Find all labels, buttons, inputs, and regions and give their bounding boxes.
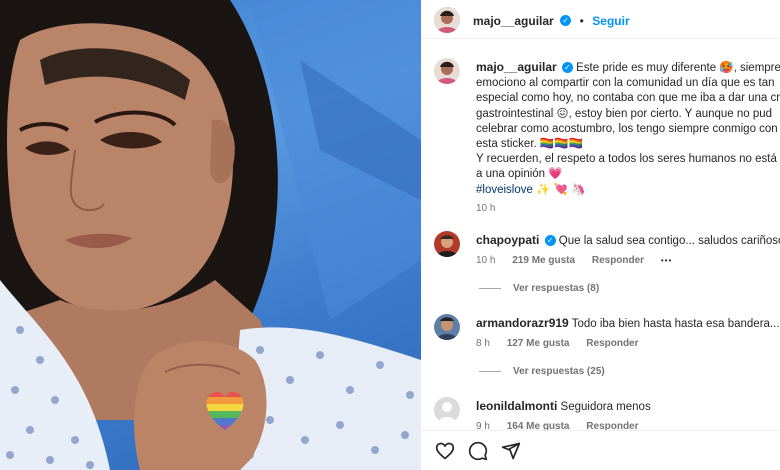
caption-line: especial como hoy, no contaba con que me… (476, 92, 780, 105)
verified-badge-icon: ✓ (544, 235, 556, 247)
comment-text: Todo iba bien hasta hasta esa bandera...… (571, 318, 780, 330)
comment-icon[interactable] (468, 441, 488, 466)
caption-line: emociono al compartir con la comunidad u… (476, 77, 775, 90)
comment: leonildalmonti Seguidora menos 9 h 164 M… (476, 399, 653, 432)
comment-username[interactable]: armandorazr919 (476, 316, 569, 330)
post-details-pane: majo__aguilar ✓ • Seguir majo__aguilar ✓… (421, 0, 780, 470)
comment-likes[interactable]: 127 Me gusta (507, 338, 570, 349)
post-header: majo__aguilar ✓ • Seguir (421, 0, 780, 39)
post-caption: majo__aguilar ✓ Este pride es muy difere… (476, 60, 780, 214)
separator-dot: • (579, 14, 584, 28)
comment-meta: 8 h 127 Me gusta Responder (476, 338, 780, 349)
comment-text: Seguidora menos (560, 401, 651, 413)
view-replies-label[interactable]: Ver respuestas (8) (513, 283, 599, 294)
comment-body: armandorazr919 Todo iba bien hasta hasta… (476, 316, 780, 332)
replies-divider (479, 370, 501, 372)
post-photo[interactable] (0, 0, 421, 470)
verified-badge-icon: ✓ (560, 15, 572, 27)
caption-line: Y recuerden, el respeto a todos los sere… (476, 153, 780, 166)
caption-timestamp: 10 h (476, 202, 496, 214)
comment-avatar-default-icon[interactable] (434, 397, 460, 423)
caption-line: #loveislove ✨ 💘 🦄 (476, 183, 780, 198)
view-replies-button[interactable]: Ver respuestas (8) (479, 283, 599, 294)
caption-line: majo__aguilar ✓ Este pride es muy difere… (476, 60, 780, 76)
photo-illustration (0, 0, 421, 470)
caption-line: esta sticker. 🏳️‍🌈🏳️‍🌈🏳️‍🌈 (476, 138, 583, 151)
caption-author-avatar[interactable] (434, 58, 460, 84)
caption-line: gastrointestinal 😖, estoy bien por ciert… (476, 107, 773, 120)
caption-text: Este pride es muy diferente 🥵, siempre m (576, 62, 780, 74)
author-username[interactable]: majo__aguilar (473, 14, 554, 28)
comment: armandorazr919 Todo iba bien hasta hasta… (476, 316, 780, 349)
comment: chapoypati ✓ Que la salud sea contigo...… (476, 233, 780, 266)
hashtag-link[interactable]: #loveislove (476, 184, 533, 196)
comment-meta: 10 h 219 Me gusta Responder ••• (476, 255, 780, 266)
comment-text: Que la salud sea contigo... saludos cari… (558, 235, 780, 247)
follow-button[interactable]: Seguir (592, 14, 629, 28)
comment-time: 8 h (476, 338, 490, 350)
author-avatar[interactable] (434, 7, 460, 33)
replies-divider (479, 287, 501, 289)
reply-button[interactable]: Responder (586, 338, 638, 349)
more-options-icon[interactable]: ••• (661, 256, 672, 265)
comment-time: 10 h (476, 255, 496, 267)
reply-button[interactable]: Responder (592, 255, 644, 266)
comment-avatar[interactable] (434, 314, 460, 340)
comment-avatar[interactable] (434, 231, 460, 257)
caption-line: celebrar como acostumbro, los tengo siem… (476, 122, 778, 135)
caption-line: a una opinión 💗 (476, 168, 563, 181)
heart-icon[interactable] (435, 441, 455, 466)
comment-username[interactable]: leonildalmonti (476, 399, 557, 413)
comment-body: leonildalmonti Seguidora menos (476, 399, 653, 415)
comment-username[interactable]: chapoypati (476, 233, 539, 247)
view-replies-button[interactable]: Ver respuestas (25) (479, 366, 605, 377)
verified-badge-icon: ✓ (561, 62, 573, 74)
comment-likes[interactable]: 219 Me gusta (512, 255, 575, 266)
comment-body: chapoypati ✓ Que la salud sea contigo...… (476, 233, 780, 249)
view-replies-label[interactable]: Ver respuestas (25) (513, 366, 605, 377)
caption-author-username[interactable]: majo__aguilar (476, 60, 557, 74)
post-actions-bar (421, 430, 780, 470)
hashtag-emojis: ✨ 💘 🦄 (536, 183, 586, 196)
share-icon[interactable] (501, 441, 521, 466)
